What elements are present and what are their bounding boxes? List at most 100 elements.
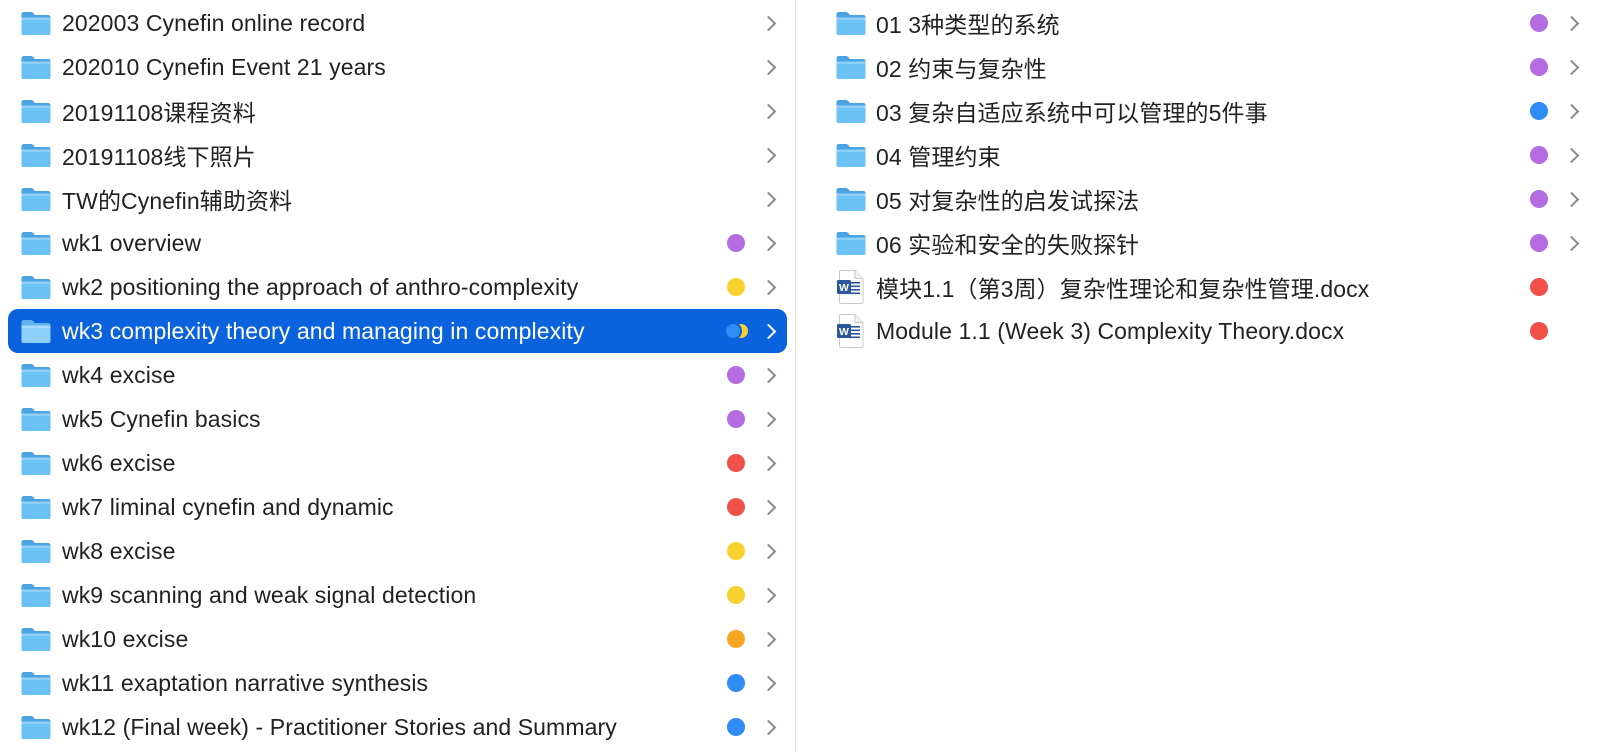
purple-tag-dot bbox=[1530, 58, 1548, 76]
folder-row[interactable]: wk4 excise bbox=[8, 353, 787, 397]
chevron-right-icon[interactable] bbox=[753, 485, 787, 529]
folder-row[interactable]: 05 对复杂性的启发试探法 bbox=[816, 177, 1590, 221]
tag-cell bbox=[719, 397, 753, 441]
folder-name: wk10 excise bbox=[62, 625, 189, 652]
yellow-tag-dot bbox=[727, 542, 745, 560]
tag-cell bbox=[1522, 221, 1556, 265]
svg-text:W: W bbox=[839, 326, 849, 338]
file-row[interactable]: W Module 1.1 (Week 3) Complexity Theory.d… bbox=[816, 309, 1590, 353]
folder-name: 20191108课程资料 bbox=[62, 100, 256, 126]
folder-row[interactable]: wk5 Cynefin basics bbox=[8, 397, 787, 441]
chevron-right-icon[interactable] bbox=[1556, 89, 1590, 133]
folder-icon bbox=[826, 221, 876, 265]
folder-name: 01 3种类型的系统 bbox=[876, 12, 1060, 38]
folder-icon bbox=[10, 573, 62, 617]
folder-icon bbox=[10, 309, 62, 353]
chevron-right-icon[interactable] bbox=[1556, 45, 1590, 89]
chevron-right-icon[interactable] bbox=[753, 397, 787, 441]
folder-row[interactable]: 02 约束与复杂性 bbox=[816, 45, 1590, 89]
chevron-right-icon[interactable] bbox=[753, 177, 787, 221]
tag-cell bbox=[1522, 45, 1556, 89]
chevron-right-icon[interactable] bbox=[1556, 1, 1590, 45]
folder-row[interactable]: 202010 Cynefin Event 21 years bbox=[8, 45, 787, 89]
chevron-right-icon[interactable] bbox=[753, 309, 787, 353]
chevron-right-icon[interactable] bbox=[1556, 221, 1590, 265]
folder-icon bbox=[10, 133, 62, 177]
chevron-right-icon[interactable] bbox=[753, 529, 787, 573]
red-tag-dot bbox=[1530, 322, 1548, 340]
tag-cell bbox=[719, 45, 753, 89]
selected-folder-contents-column[interactable]: 01 3种类型的系统 02 约束与复杂性 03 复杂自适应系统中可以管理的5件事 04… bbox=[796, 0, 1608, 752]
tag-cell bbox=[1522, 1, 1556, 45]
folder-row[interactable]: 202003 Cynefin online record bbox=[8, 1, 787, 45]
tag-cell bbox=[1522, 89, 1556, 133]
folder-row[interactable]: wk10 excise bbox=[8, 617, 787, 661]
folder-row[interactable]: 20191108课程资料 bbox=[8, 89, 787, 133]
chevron-right-icon[interactable] bbox=[753, 441, 787, 485]
folder-row[interactable]: wk7 liminal cynefin and dynamic bbox=[8, 485, 787, 529]
red-tag-dot bbox=[727, 454, 745, 472]
folder-row[interactable]: 03 复杂自适应系统中可以管理的5件事 bbox=[816, 89, 1590, 133]
folder-icon bbox=[10, 617, 62, 661]
folder-row[interactable]: wk6 excise bbox=[8, 441, 787, 485]
chevron-right-icon[interactable] bbox=[753, 45, 787, 89]
blue-tag-dot bbox=[724, 322, 742, 340]
file-row[interactable]: W 模块1.1（第3周）复杂性理论和复杂性管理.docx bbox=[816, 265, 1590, 309]
folder-row[interactable]: wk11 exaptation narrative synthesis bbox=[8, 661, 787, 705]
file-name: 模块1.1（第3周）复杂性理论和复杂性管理.docx bbox=[876, 276, 1370, 302]
folder-name: wk9 scanning and weak signal detection bbox=[62, 581, 477, 608]
purple-tag-dot bbox=[1530, 234, 1548, 252]
tag-cell bbox=[719, 353, 753, 397]
chevron-right-icon[interactable] bbox=[753, 353, 787, 397]
folder-name: 04 管理约束 bbox=[876, 144, 1001, 170]
folder-icon bbox=[826, 45, 876, 89]
chevron-right-icon[interactable] bbox=[753, 265, 787, 309]
blue-tag-dot bbox=[1530, 102, 1548, 120]
tag-cell bbox=[719, 221, 753, 265]
tag-cell bbox=[719, 485, 753, 529]
folder-row[interactable]: wk2 positioning the approach of anthro-c… bbox=[8, 265, 787, 309]
folder-row[interactable]: wk1 overview bbox=[8, 221, 787, 265]
folder-name: wk11 exaptation narrative synthesis bbox=[62, 669, 429, 696]
folder-row[interactable]: 01 3种类型的系统 bbox=[816, 1, 1590, 45]
folder-row[interactable]: wk3 complexity theory and managing in co… bbox=[8, 309, 787, 353]
chevron-right-icon[interactable] bbox=[753, 89, 787, 133]
chevron-right-icon[interactable] bbox=[753, 617, 787, 661]
chevron-right-icon bbox=[1556, 309, 1590, 353]
tag-cell bbox=[719, 1, 753, 45]
chevron-right-icon[interactable] bbox=[1556, 133, 1590, 177]
folder-icon bbox=[10, 89, 62, 133]
folder-icon bbox=[10, 705, 62, 749]
chevron-right-icon[interactable] bbox=[753, 661, 787, 705]
chevron-right-icon[interactable] bbox=[753, 221, 787, 265]
folder-row[interactable]: wk8 excise bbox=[8, 529, 787, 573]
finder-column-browser: 202003 Cynefin online record 202010 Cynef… bbox=[0, 0, 1608, 752]
folder-contents-list: 01 3种类型的系统 02 约束与复杂性 03 复杂自适应系统中可以管理的5件事 04… bbox=[796, 1, 1608, 353]
folder-row[interactable]: wk9 scanning and weak signal detection bbox=[8, 573, 787, 617]
chevron-right-icon[interactable] bbox=[753, 573, 787, 617]
folder-row[interactable]: 04 管理约束 bbox=[816, 133, 1590, 177]
purple-tag-dot bbox=[727, 410, 745, 428]
folder-name: 20191108线下照片 bbox=[62, 144, 256, 170]
parent-folder-column[interactable]: 202003 Cynefin online record 202010 Cynef… bbox=[0, 0, 796, 752]
tag-cell bbox=[719, 89, 753, 133]
folder-row[interactable]: wk12 (Final week) - Practitioner Stories… bbox=[8, 705, 787, 749]
tag-cell bbox=[1522, 265, 1556, 309]
folder-icon bbox=[826, 89, 876, 133]
chevron-right-icon[interactable] bbox=[753, 1, 787, 45]
chevron-right-icon[interactable] bbox=[753, 705, 787, 749]
folder-row[interactable]: TW的Cynefin辅助资料 bbox=[8, 177, 787, 221]
folder-name: 202010 Cynefin Event 21 years bbox=[62, 53, 386, 80]
red-tag-dot bbox=[1530, 278, 1548, 296]
folder-name: wk2 positioning the approach of anthro-c… bbox=[62, 273, 579, 300]
folder-row[interactable]: 06 实验和安全的失败探针 bbox=[816, 221, 1590, 265]
word-document-icon: W bbox=[826, 265, 876, 309]
folder-name: 05 对复杂性的启发试探法 bbox=[876, 188, 1140, 214]
folder-name: wk1 overview bbox=[62, 229, 202, 256]
chevron-right-icon[interactable] bbox=[753, 133, 787, 177]
folder-row[interactable]: 20191108线下照片 bbox=[8, 133, 787, 177]
red-tag-dot bbox=[727, 498, 745, 516]
chevron-right-icon[interactable] bbox=[1556, 177, 1590, 221]
folder-name: wk7 liminal cynefin and dynamic bbox=[62, 493, 394, 520]
folder-icon bbox=[10, 661, 62, 705]
